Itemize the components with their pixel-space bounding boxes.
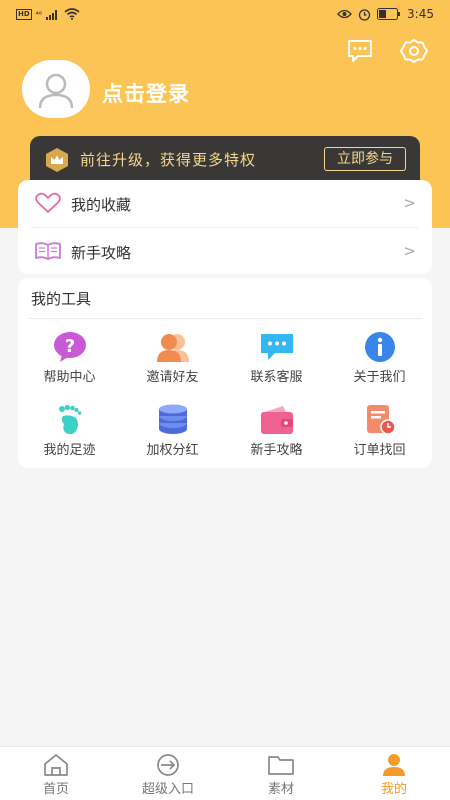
tools-card: 我的工具 ? 帮助中心 邀请好友 联系客服 关于我们 我的足迹 加权分红 新手攻… [18, 278, 432, 468]
status-right: 3:45 [337, 7, 434, 21]
chevron-right-icon: > [403, 194, 416, 212]
tool-order-recovery[interactable]: 订单找回 [328, 404, 431, 472]
battery-icon [377, 8, 401, 20]
folder-icon [268, 756, 294, 775]
status-bar: HD ⁴⁶ 3:45 [0, 0, 450, 30]
tool-label: 我的足迹 [43, 443, 96, 458]
link-label: 新手攻略 [71, 244, 132, 262]
nav-label: 素材 [267, 782, 294, 797]
tools-title: 我的工具 [31, 290, 92, 308]
crown-icon [46, 148, 68, 172]
home-icon [44, 754, 68, 776]
tool-label: 加权分红 [146, 443, 199, 458]
links-card: 我的收藏 > 新手攻略 > [18, 180, 432, 274]
nav-item-super-entry[interactable]: 超级入口 [112, 747, 224, 800]
nav-label: 首页 [42, 782, 69, 797]
alarm-icon [358, 8, 371, 21]
link-row-guide[interactable]: 新手攻略 > [18, 228, 432, 275]
signal-label: ⁴⁶ [35, 9, 43, 19]
join-now-button[interactable]: 立即参与 [324, 147, 406, 171]
bottom-nav: 首页 超级入口 素材 我的 [0, 746, 450, 800]
divider [28, 318, 422, 319]
status-left: HD ⁴⁶ [16, 8, 80, 20]
entry-icon [157, 754, 179, 776]
heart-icon [35, 192, 61, 213]
tool-beginner-guide[interactable]: 新手攻略 [225, 404, 328, 472]
wifi-icon [64, 8, 80, 20]
coins-icon [159, 404, 187, 434]
link-label: 我的收藏 [71, 196, 132, 214]
eye-icon [337, 9, 352, 19]
tool-invite-friends[interactable]: 邀请好友 [121, 331, 224, 399]
profile-icon [383, 754, 405, 776]
nav-item-materials[interactable]: 素材 [225, 747, 337, 800]
nav-label: 超级入口 [141, 782, 194, 797]
order-icon [367, 405, 396, 435]
chat-icon [261, 334, 293, 360]
default-avatar-icon [38, 73, 74, 109]
signal-icon [46, 9, 58, 20]
tool-my-footprint[interactable]: 我的足迹 [18, 404, 121, 472]
tool-label: 联系客服 [250, 370, 303, 385]
tool-label: 关于我们 [353, 370, 406, 385]
svg-text:?: ? [65, 336, 75, 357]
info-icon [365, 332, 395, 362]
login-prompt[interactable]: 点击登录 [102, 78, 190, 108]
tool-label: 订单找回 [353, 443, 406, 458]
chevron-right-icon: > [403, 242, 416, 260]
tool-about-us[interactable]: 关于我们 [328, 331, 431, 399]
nav-item-home[interactable]: 首页 [0, 747, 112, 800]
avatar[interactable] [22, 60, 90, 118]
message-icon[interactable] [346, 38, 374, 64]
nav-item-mine[interactable]: 我的 [338, 747, 450, 800]
tool-label: 邀请好友 [146, 370, 199, 385]
tool-contact-support[interactable]: 联系客服 [225, 331, 328, 399]
wallet-icon [261, 406, 293, 434]
clock-time: 3:45 [407, 7, 434, 21]
tool-label: 新手攻略 [250, 443, 303, 458]
footprint-icon [59, 404, 82, 435]
book-icon [35, 242, 61, 260]
invite-icon [157, 334, 189, 362]
settings-icon[interactable] [400, 38, 428, 64]
help-icon: ? [54, 332, 86, 362]
hd-badge: HD [16, 8, 32, 20]
tool-help-center[interactable]: ? 帮助中心 [18, 331, 121, 399]
link-row-favorites[interactable]: 我的收藏 > [18, 180, 432, 227]
tool-label: 帮助中心 [43, 370, 96, 385]
nav-label: 我的 [380, 782, 407, 797]
tool-weighted-dividend[interactable]: 加权分红 [121, 404, 224, 472]
vip-promo-text: 前往升级，获得更多特权 [80, 151, 257, 169]
